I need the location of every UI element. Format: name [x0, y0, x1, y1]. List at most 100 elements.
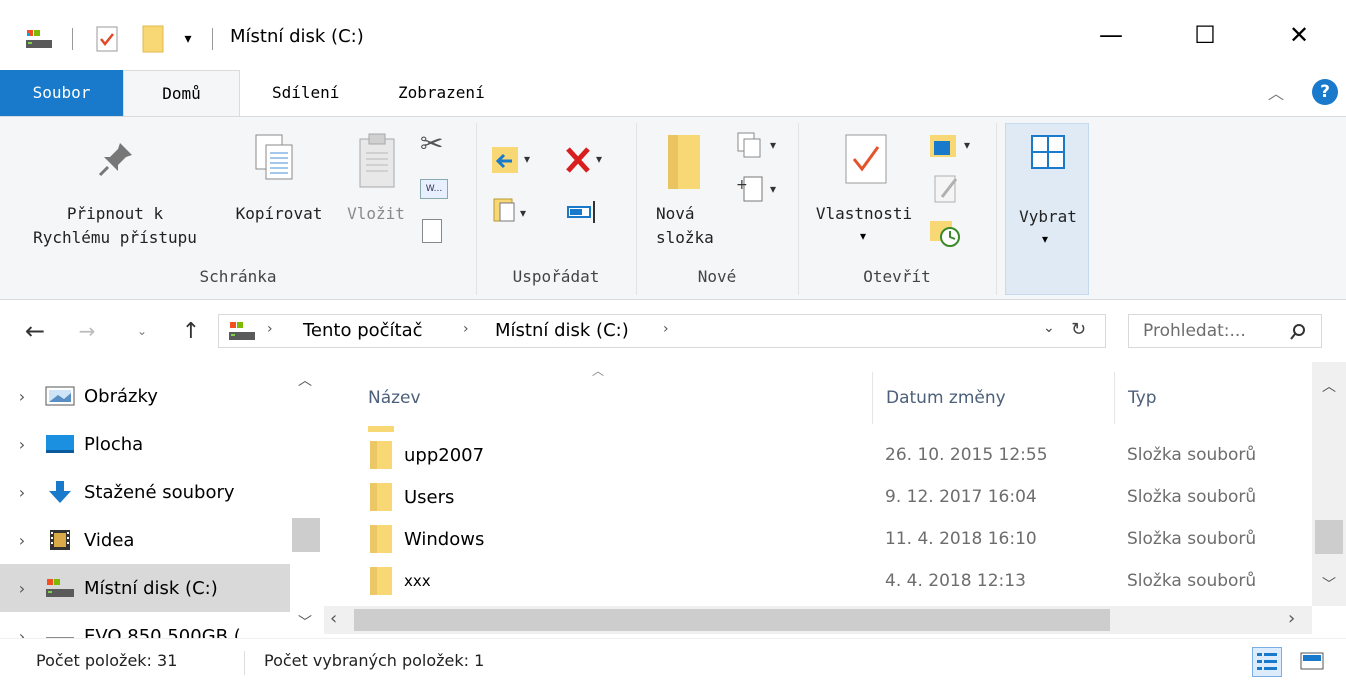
tab-file[interactable]: Soubor: [0, 70, 123, 116]
breadcrumb-chevron-icon[interactable]: ›: [663, 321, 669, 337]
svg-text:▾: ▾: [770, 138, 776, 152]
search-icon: [1290, 324, 1305, 340]
nav-item-desktop[interactable]: › Plocha: [0, 420, 290, 468]
scroll-right-icon[interactable]: ›: [1288, 608, 1295, 629]
customize-toolbar-icon[interactable]: ▾: [178, 22, 198, 56]
history-button[interactable]: [928, 217, 962, 251]
file-name: xxx: [404, 572, 431, 590]
nav-scrollbar[interactable]: ︿ ﹀: [290, 362, 322, 638]
forward-arrow-icon[interactable]: →: [70, 314, 104, 348]
scroll-down-icon[interactable]: ﹀: [298, 612, 312, 632]
column-header-date[interactable]: Datum změny: [886, 372, 1006, 424]
column-separator[interactable]: [872, 372, 873, 424]
minimize-button[interactable]: —: [1064, 0, 1158, 70]
move-to-button[interactable]: ▾: [490, 141, 540, 181]
breadcrumb-chevron-icon[interactable]: ›: [463, 321, 469, 337]
pin-quick-access-button[interactable]: Připnout k Rychlému přístupu: [0, 117, 226, 267]
copy-path-icon[interactable]: W...: [420, 179, 448, 199]
paste-button[interactable]: Vložit: [340, 117, 412, 267]
expand-chevron-icon[interactable]: ›: [0, 483, 44, 502]
properties-button[interactable]: Vlastnosti ▾: [808, 117, 920, 267]
table-row[interactable]: xxx 4. 4. 2018 12:13 Složka souborů: [368, 560, 1318, 602]
folder-icon: [370, 567, 392, 595]
address-bar[interactable]: › Tento počítač › Místní disk (C:) › ⌄ ↻: [218, 314, 1106, 348]
ribbon: Připnout k Rychlému přístupu Kopírovat V…: [0, 116, 1346, 300]
recent-locations-icon[interactable]: ⌄: [130, 314, 154, 348]
scrollbar-thumb[interactable]: [1315, 520, 1343, 554]
new-folder-quick-icon[interactable]: [136, 22, 170, 56]
tab-view[interactable]: Zobrazení: [384, 70, 499, 116]
expand-chevron-icon[interactable]: ›: [0, 387, 44, 406]
copy-button[interactable]: Kopírovat: [226, 117, 332, 267]
paste-icon: [359, 133, 395, 188]
copy-to-button[interactable]: ▾: [490, 193, 540, 233]
new-folder-button[interactable]: Nová složka: [648, 117, 728, 267]
pictures-icon: [44, 383, 80, 409]
scroll-up-icon[interactable]: ︿: [298, 370, 312, 390]
breadcrumb-this-pc[interactable]: Tento počítač: [303, 320, 423, 341]
cut-icon[interactable]: ✂: [420, 127, 443, 160]
scrollbar-thumb[interactable]: [354, 609, 1110, 631]
select-button[interactable]: Vybrat ▾: [1005, 123, 1089, 295]
group-clipboard-label: Schránka: [199, 267, 277, 286]
new-folder-label-1: Nová: [656, 204, 695, 223]
back-arrow-icon[interactable]: ←: [18, 314, 52, 348]
item-count: Počet položek: 31: [36, 651, 178, 670]
nav-item-label: EVO 850 500GB (: [84, 625, 241, 639]
paste-shortcut-icon[interactable]: [422, 219, 442, 243]
scroll-up-icon[interactable]: ︿: [1322, 376, 1336, 396]
list-vertical-scrollbar[interactable]: ︿ ﹀: [1312, 362, 1346, 606]
easy-access-icon: + ▾: [736, 176, 776, 202]
edit-button[interactable]: [932, 173, 962, 207]
help-icon[interactable]: ?: [1312, 79, 1338, 105]
details-view-button[interactable]: [1252, 647, 1282, 677]
open-button[interactable]: ▾: [928, 129, 978, 165]
expand-chevron-icon[interactable]: ›: [0, 435, 44, 454]
properties-dropdown-icon[interactable]: ▾: [860, 229, 866, 243]
new-item-button[interactable]: ▾: [734, 129, 784, 165]
column-header-type[interactable]: Typ: [1128, 372, 1157, 424]
scroll-left-icon[interactable]: ‹: [330, 608, 337, 629]
file-type: Složka souborů: [1127, 571, 1257, 591]
close-icon: ✕: [1288, 21, 1310, 49]
navigation-pane: › Obrázky › Plocha › Stažené soubory › V…: [0, 362, 324, 638]
table-row[interactable]: Windows 11. 4. 2018 16:10 Složka souborů: [368, 518, 1318, 560]
up-arrow-icon[interactable]: ↑: [176, 314, 206, 348]
nav-item-pictures[interactable]: › Obrázky: [0, 372, 290, 420]
expand-chevron-icon[interactable]: ›: [0, 579, 44, 598]
large-icons-view-button[interactable]: [1298, 647, 1328, 677]
column-separator[interactable]: [1114, 372, 1115, 424]
drive-icon: [229, 322, 255, 340]
scroll-down-icon[interactable]: ﹀: [1322, 574, 1336, 594]
nav-item-label: Videa: [84, 529, 135, 551]
title-bar: ▾ Místní disk (C:) — ☐ ✕: [0, 0, 1346, 70]
nav-item-local-disk[interactable]: › Místní disk (C:): [0, 564, 290, 612]
column-header-name[interactable]: Název: [368, 372, 421, 424]
scrollbar-thumb[interactable]: [292, 518, 320, 552]
table-row[interactable]: upp2007 26. 10. 2015 12:55 Složka soubor…: [368, 434, 1318, 476]
nav-item-videos[interactable]: › Videa: [0, 516, 290, 564]
easy-access-button[interactable]: + ▾: [734, 173, 784, 209]
properties-quick-icon[interactable]: [90, 22, 124, 56]
nav-item-evo-drive[interactable]: › EVO 850 500GB (: [0, 612, 290, 638]
refresh-icon[interactable]: ↻: [1071, 319, 1086, 340]
tab-home[interactable]: Domů: [123, 70, 240, 117]
expand-chevron-icon[interactable]: ›: [0, 531, 44, 550]
nav-item-downloads[interactable]: › Stažené soubory: [0, 468, 290, 516]
address-dropdown-icon[interactable]: ⌄: [1043, 320, 1055, 336]
search-box[interactable]: Prohledat:...: [1128, 314, 1322, 348]
maximize-button[interactable]: ☐: [1158, 0, 1252, 70]
delete-button[interactable]: ▾: [562, 141, 612, 181]
collapse-ribbon-icon[interactable]: ︿: [1268, 80, 1284, 104]
drive-icon: [44, 623, 80, 638]
expand-chevron-icon[interactable]: ›: [0, 627, 44, 639]
breadcrumb-local-disk[interactable]: Místní disk (C:): [495, 320, 629, 341]
new-folder-label-2: složka: [656, 228, 714, 247]
svg-text:▾: ▾: [520, 206, 526, 220]
tab-share[interactable]: Sdílení: [258, 70, 353, 116]
breadcrumb-chevron-icon[interactable]: ›: [267, 321, 273, 337]
close-button[interactable]: ✕: [1252, 0, 1346, 70]
table-row[interactable]: Users 9. 12. 2017 16:04 Složka souborů: [368, 476, 1318, 518]
list-horizontal-scrollbar[interactable]: ‹ ›: [324, 606, 1312, 634]
rename-button[interactable]: [566, 197, 606, 229]
